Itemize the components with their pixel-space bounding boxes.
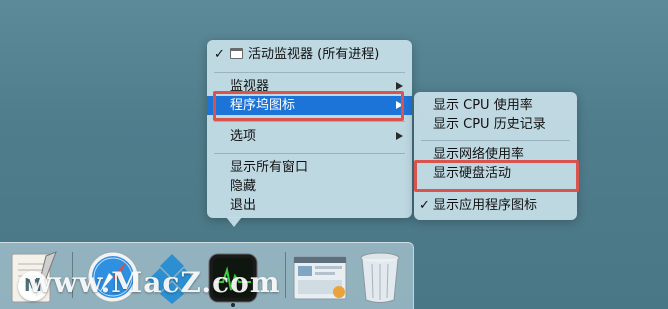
menu-divider xyxy=(214,121,405,122)
dock-separator xyxy=(285,252,286,298)
window-icon xyxy=(230,48,243,59)
checkmark-icon: ✓ xyxy=(214,47,225,62)
menu-item-label: 隐藏 xyxy=(230,179,257,194)
menu-item-label: 显示所有窗口 xyxy=(230,160,309,175)
checkmark-icon: ✓ xyxy=(419,198,430,213)
running-indicator xyxy=(231,303,235,307)
highlight-box-disk-activity xyxy=(414,160,579,192)
submenu-item-show-cpu-history[interactable]: 显示 CPU 历史记录 xyxy=(414,115,577,134)
menu-divider xyxy=(421,140,570,141)
trash-icon[interactable] xyxy=(357,250,403,304)
menu-item-label: 活动监视器 (所有进程) xyxy=(248,47,380,62)
menu-item-label: 显示 CPU 使用率 xyxy=(433,98,533,113)
menu-divider xyxy=(214,72,405,73)
submenu-arrow-icon xyxy=(396,82,403,90)
highlight-box-dock-icon xyxy=(213,91,404,121)
screenshot-icon[interactable] xyxy=(293,256,347,300)
menu-pointer xyxy=(226,217,242,227)
menu-item-quit[interactable]: 退出 xyxy=(207,196,412,215)
dock-icon-submenu: 显示 CPU 使用率 显示 CPU 历史记录 显示网络使用率 显示硬盘活动 ✓ … xyxy=(414,92,577,220)
menu-divider xyxy=(214,153,405,154)
menu-item-activity-monitor-all-processes[interactable]: ✓ 活动监视器 (所有进程) xyxy=(207,45,412,64)
watermark: www.MacZ.com xyxy=(28,266,281,299)
submenu-arrow-icon xyxy=(396,132,403,140)
submenu-item-show-cpu-usage[interactable]: 显示 CPU 使用率 xyxy=(414,96,577,115)
menu-item-options[interactable]: 选项 xyxy=(207,127,412,146)
submenu-item-show-app-icon[interactable]: ✓ 显示应用程序图标 xyxy=(414,196,577,215)
menu-item-hide[interactable]: 隐藏 xyxy=(207,177,412,196)
dock-context-menu: ✓ 活动监视器 (所有进程) 监视器 程序坞图标 选项 显示所有窗口 隐藏 退出 xyxy=(207,40,412,218)
menu-item-label: 显示应用程序图标 xyxy=(433,198,538,213)
menu-item-label: 退出 xyxy=(230,198,257,213)
menu-item-label: 选项 xyxy=(230,129,257,144)
menu-item-label: 显示 CPU 历史记录 xyxy=(433,117,546,132)
menu-item-show-all-windows[interactable]: 显示所有窗口 xyxy=(207,158,412,177)
